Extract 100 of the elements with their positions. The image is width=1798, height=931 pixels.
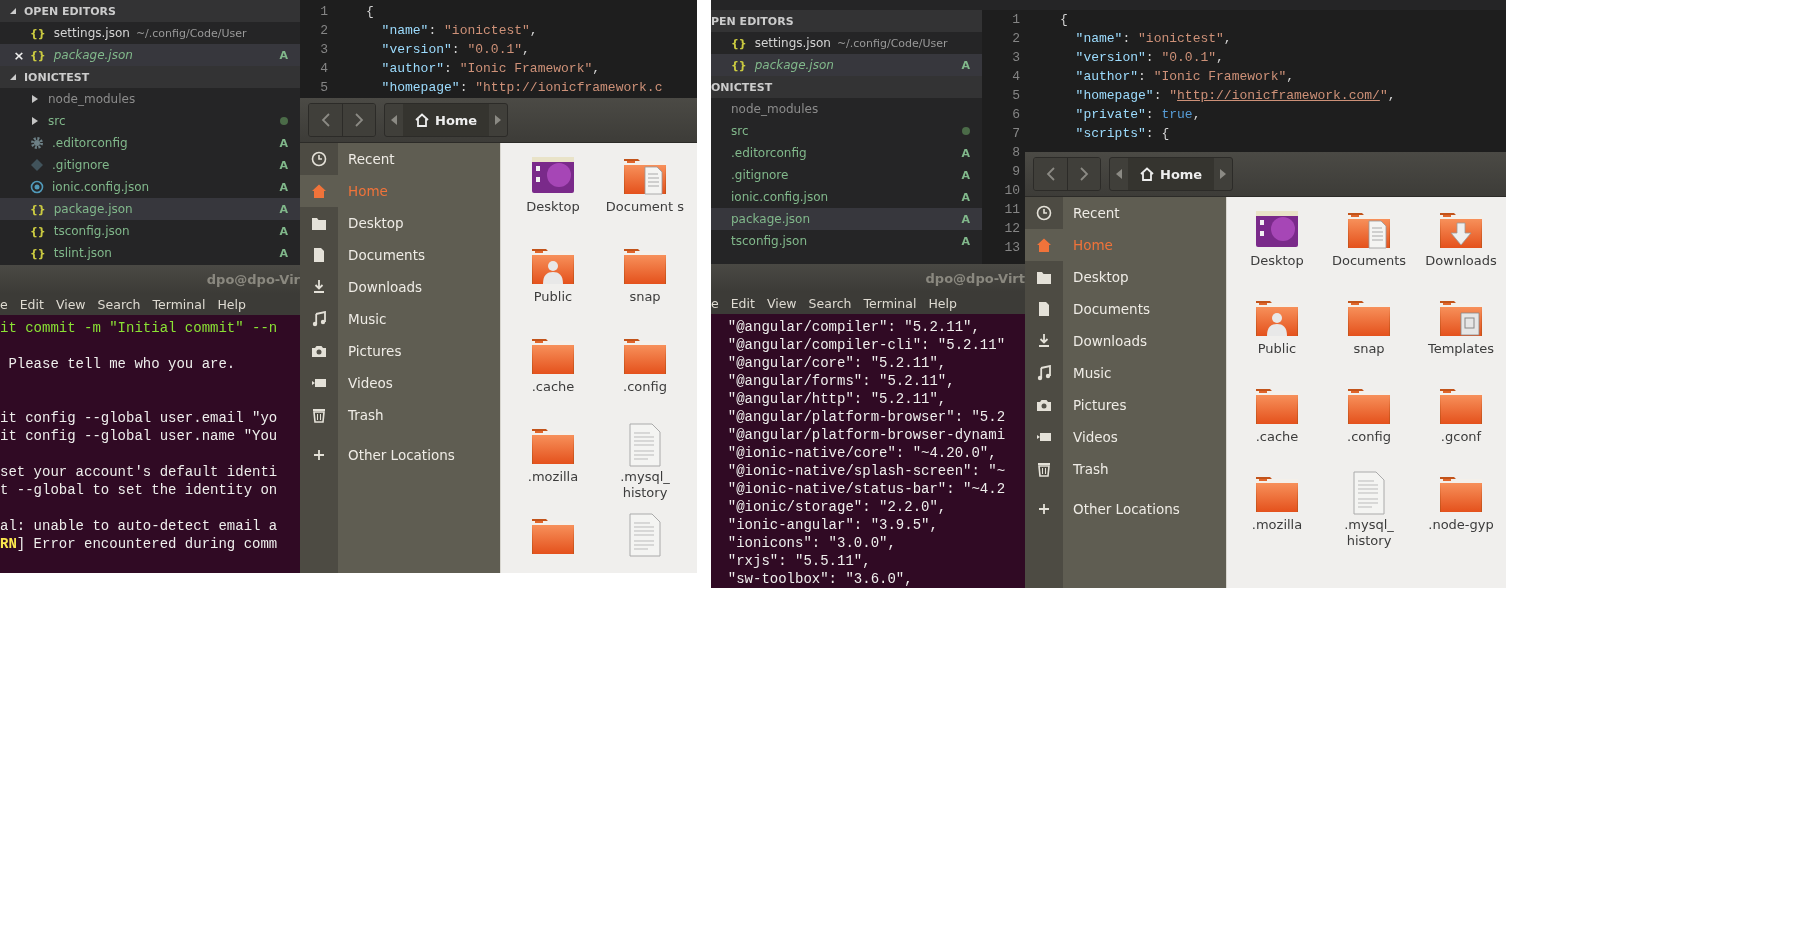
sidebar-item[interactable]: Music [1025,357,1226,389]
file-label[interactable]: Document s [603,199,687,215]
git-status: A [961,190,970,204]
menu-item[interactable]: e [711,295,719,311]
file-label[interactable]: Desktop [511,199,595,215]
menu-item[interactable]: Search [808,295,852,311]
sidebar-item[interactable]: Trash [1025,453,1226,485]
file-row[interactable]: package.json A [711,208,982,230]
file-label[interactable]: Public [511,289,595,305]
file-label[interactable]: .node-gyp [1419,517,1503,533]
sidebar-item[interactable]: Other Locations [300,439,500,471]
forward-button[interactable] [342,104,375,136]
git-status: A [279,136,288,150]
close-icon[interactable]: × [13,47,25,63]
file-row[interactable]: {} settings.json ~/.config/Code/User [0,22,300,44]
file-row[interactable]: × {} package.json A [0,44,300,66]
sidebar-item[interactable]: Desktop [300,207,500,239]
file-row[interactable]: {} package.json A [711,54,982,76]
file-label[interactable]: .config [603,379,687,395]
sidebar-item[interactable]: Documents [300,239,500,271]
file-label[interactable]: .cache [511,379,595,395]
triangle-right-icon [495,115,502,125]
location-button[interactable]: Home [403,104,490,136]
menu-item[interactable]: Edit [730,295,755,311]
file-row[interactable]: .gitignore A [0,154,300,176]
sidebar-item[interactable]: Downloads [1025,325,1226,357]
file-name: ionic.config.json [731,190,829,204]
file-label[interactable]: snap [1327,341,1411,357]
menu-item[interactable]: Edit [19,296,44,312]
file-row[interactable]: ionic.config.json A [0,176,300,198]
menu-item[interactable]: Terminal [863,295,917,311]
file-row[interactable]: ionic.config.json A [711,186,982,208]
sidebar-item[interactable]: Pictures [300,335,500,367]
terminal-line: "@angular/core": "5.2.11", [726,354,948,372]
file-row[interactable]: src [711,120,982,142]
file-row[interactable]: node_modules [0,88,300,110]
triangle-left-icon [1116,169,1122,179]
file-label[interactable]: .mozilla [511,469,595,485]
file-name: .editorconfig [52,136,128,150]
file-label[interactable]: .mysql_ history [603,469,687,501]
file-label[interactable]: .mozilla [1235,517,1319,533]
gear-icon [30,136,44,150]
file-label[interactable]: snap [603,289,687,305]
file-row[interactable]: .editorconfig A [711,142,982,164]
file-row[interactable]: .editorconfig A [0,132,300,154]
sidebar-item[interactable]: Trash [300,399,500,431]
sidebar-item[interactable]: Desktop [1025,261,1226,293]
terminal-line: al: unable to auto-detect email a [0,517,279,535]
sidebar-item[interactable]: Videos [300,367,500,399]
chevron-right-icon [1079,167,1089,181]
menu-item[interactable]: Help [928,295,957,311]
file-name: ionic.config.json [52,180,150,194]
file-row[interactable]: src [0,110,300,132]
sidebar-item[interactable]: Videos [1025,421,1226,453]
file-label[interactable]: .config [1327,429,1411,445]
file-row[interactable]: {} tslint.json A [0,242,300,264]
menu-item[interactable]: Terminal [152,296,206,312]
file-row[interactable]: {} settings.json ~/.config/Code/User [711,32,982,54]
menu-item[interactable]: Search [97,296,141,312]
plus-icon [311,447,327,463]
file-label[interactable]: Desktop [1235,253,1319,269]
file-name: node_modules [48,92,136,106]
download-icon [311,279,327,295]
menu-item[interactable]: View [55,296,86,312]
home-icon [1036,237,1052,253]
terminal-line: "rxjs": "5.5.11", [726,552,872,570]
sidebar-item[interactable]: Downloads [300,271,500,303]
menu-item[interactable]: View [766,295,797,311]
file-label[interactable]: Public [1235,341,1319,357]
file-label[interactable]: .mysql_ history [1327,517,1411,549]
section-header[interactable]: ONICTEST [711,76,982,98]
section-header[interactable]: IONICTEST [0,66,300,88]
sidebar-item[interactable]: Pictures [1025,389,1226,421]
file-row[interactable]: {} package.json A [0,198,300,220]
menu-item[interactable]: e [0,296,8,312]
sidebar-item[interactable]: Recent [300,143,500,175]
file-label[interactable]: .cache [1235,429,1319,445]
file-label[interactable]: Downloads [1419,253,1503,269]
section-header[interactable]: PEN EDITORS [711,10,982,32]
code-line: "name": "ionictest", [380,23,538,38]
sidebar-item[interactable]: Other Locations [1025,493,1226,525]
file-label[interactable]: Templates [1419,341,1503,357]
menu-item[interactable]: Help [217,296,246,312]
file-row[interactable]: .gitignore A [711,164,982,186]
back-button[interactable] [1034,158,1067,190]
sidebar-item[interactable]: Music [300,303,500,335]
file-label[interactable]: .gconf [1419,429,1503,445]
forward-button[interactable] [1067,158,1100,190]
file-name: .editorconfig [731,146,807,160]
file-row[interactable]: {} tsconfig.json A [0,220,300,242]
back-button[interactable] [309,104,342,136]
location-button[interactable]: Home [1128,158,1215,190]
terminal-line: it config --global user.email "yo [0,409,279,427]
section-header[interactable]: OPEN EDITORS [0,0,300,22]
folder-icon [1036,269,1052,285]
file-label[interactable]: Documents [1327,253,1411,269]
file-row[interactable]: tsconfig.json A [711,230,982,252]
sidebar-item[interactable]: Recent [1025,197,1226,229]
file-row[interactable]: node_modules [711,98,982,120]
sidebar-item[interactable]: Documents [1025,293,1226,325]
